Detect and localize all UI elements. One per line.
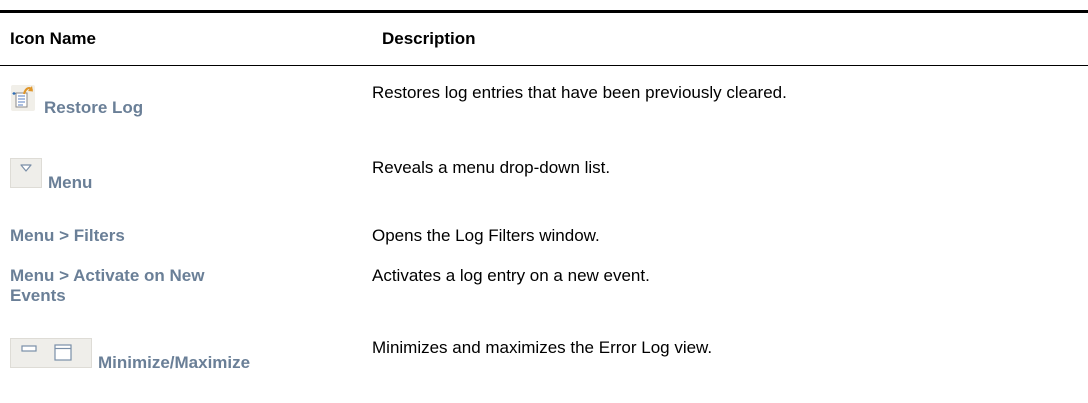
table-row: Menu > Activate on New Events Activates … xyxy=(0,266,1088,330)
description-text: Opens the Log Filters window. xyxy=(372,226,600,245)
description-text: Minimizes and maximizes the Error Log vi… xyxy=(372,338,713,357)
table-row: Restore Log Restores log entries that ha… xyxy=(0,66,1088,142)
restore-log-icon xyxy=(10,83,38,118)
description-text: Restores log entries that have been prev… xyxy=(372,83,787,102)
description-text: Reveals a menu drop-down list. xyxy=(372,158,611,177)
icon-name-cell: Restore Log xyxy=(0,66,372,142)
command-name: Restore Log xyxy=(44,98,144,117)
header-description: Description xyxy=(382,29,476,48)
view-menu-dropdown-icon xyxy=(10,158,42,193)
command-name: Menu > Activate on New Events xyxy=(10,266,205,305)
description-text: Activates a log entry on a new event. xyxy=(372,266,650,285)
minimize-maximize-icons xyxy=(10,338,92,373)
table-row: Menu Reveals a menu drop-down list. xyxy=(0,141,1088,216)
command-name: Minimize/Maximize xyxy=(98,353,251,372)
command-name: Menu > Filters xyxy=(10,226,125,245)
table-row: Minimize/Maximize Minimizes and maximize… xyxy=(0,330,1088,388)
description-cell: Restores log entries that have been prev… xyxy=(372,66,1088,142)
icon-name-cell: Minimize/Maximize xyxy=(0,330,372,388)
table-row: Menu > Filters Opens the Log Filters win… xyxy=(0,216,1088,266)
table-header-row: Icon Name Description xyxy=(0,11,1088,66)
description-cell: Opens the Log Filters window. xyxy=(372,216,1088,266)
icon-name-cell: Menu xyxy=(0,141,372,216)
description-cell: Reveals a menu drop-down list. xyxy=(372,141,1088,216)
header-icon-name: Icon Name xyxy=(10,29,96,48)
icon-name-cell: Menu > Activate on New Events xyxy=(0,266,372,330)
icon-description-table: Icon Name Description Restore Log Restor… xyxy=(0,10,1088,388)
description-cell: Activates a log entry on a new event. xyxy=(372,266,1088,330)
icon-name-cell: Menu > Filters xyxy=(0,216,372,266)
document-page: Icon Name Description Restore Log Restor… xyxy=(0,0,1088,403)
command-name: Menu xyxy=(48,173,93,192)
description-cell: Minimizes and maximizes the Error Log vi… xyxy=(372,330,1088,388)
